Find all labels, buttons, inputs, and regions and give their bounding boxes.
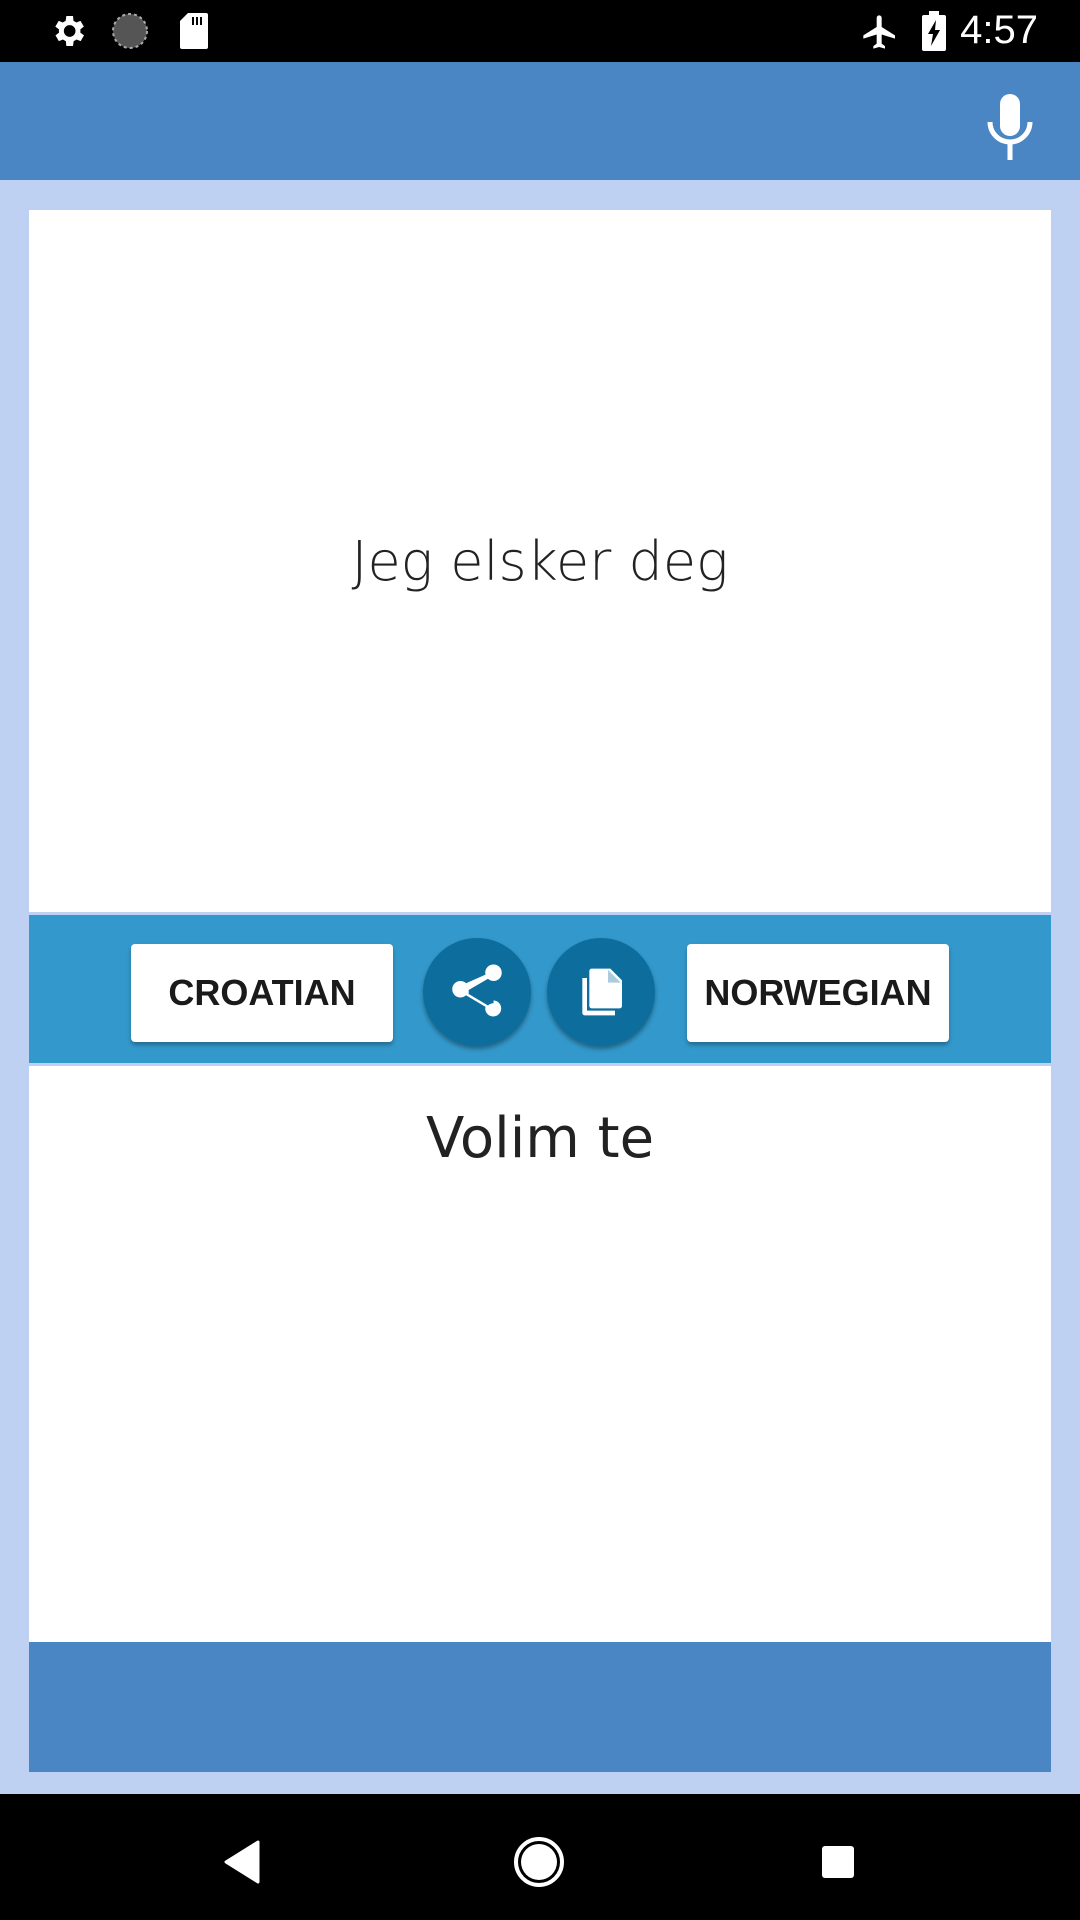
app-toolbar xyxy=(0,62,1080,180)
share-icon xyxy=(452,964,502,1017)
recents-icon xyxy=(822,1846,854,1878)
battery-charging-icon xyxy=(922,11,946,56)
translator-card: Jeg elsker deg CROATIAN NORWEGIAN Volim … xyxy=(29,210,1051,1642)
target-text: Volim te xyxy=(425,1106,655,1171)
source-text: Jeg elsker deg xyxy=(351,529,729,593)
target-language-button[interactable]: NORWEGIAN xyxy=(687,944,949,1042)
status-bar: 4:57 xyxy=(0,0,1080,62)
microphone-button[interactable] xyxy=(982,92,1038,162)
clock: 4:57 xyxy=(960,8,1038,52)
home-icon xyxy=(514,1837,564,1887)
language-bar: CROATIAN NORWEGIAN xyxy=(29,912,1051,1066)
gear-icon xyxy=(48,11,88,56)
ad-banner[interactable] xyxy=(29,1642,1051,1772)
recents-button[interactable] xyxy=(808,1832,868,1892)
source-text-area[interactable]: Jeg elsker deg xyxy=(29,210,1051,912)
copy-button[interactable] xyxy=(547,938,655,1046)
microphone-icon xyxy=(987,94,1033,160)
back-icon xyxy=(224,1840,260,1884)
source-language-button[interactable]: CROATIAN xyxy=(131,944,393,1042)
target-text-area: Volim te xyxy=(29,1066,1051,1642)
home-button[interactable] xyxy=(509,1832,569,1892)
back-button[interactable] xyxy=(212,1832,272,1892)
navigation-bar xyxy=(0,1794,1080,1920)
copy-icon xyxy=(582,968,622,1016)
airplane-mode-icon xyxy=(860,11,900,58)
sync-circle-icon xyxy=(110,11,150,56)
sd-card-icon xyxy=(178,11,210,56)
share-button[interactable] xyxy=(423,938,531,1046)
